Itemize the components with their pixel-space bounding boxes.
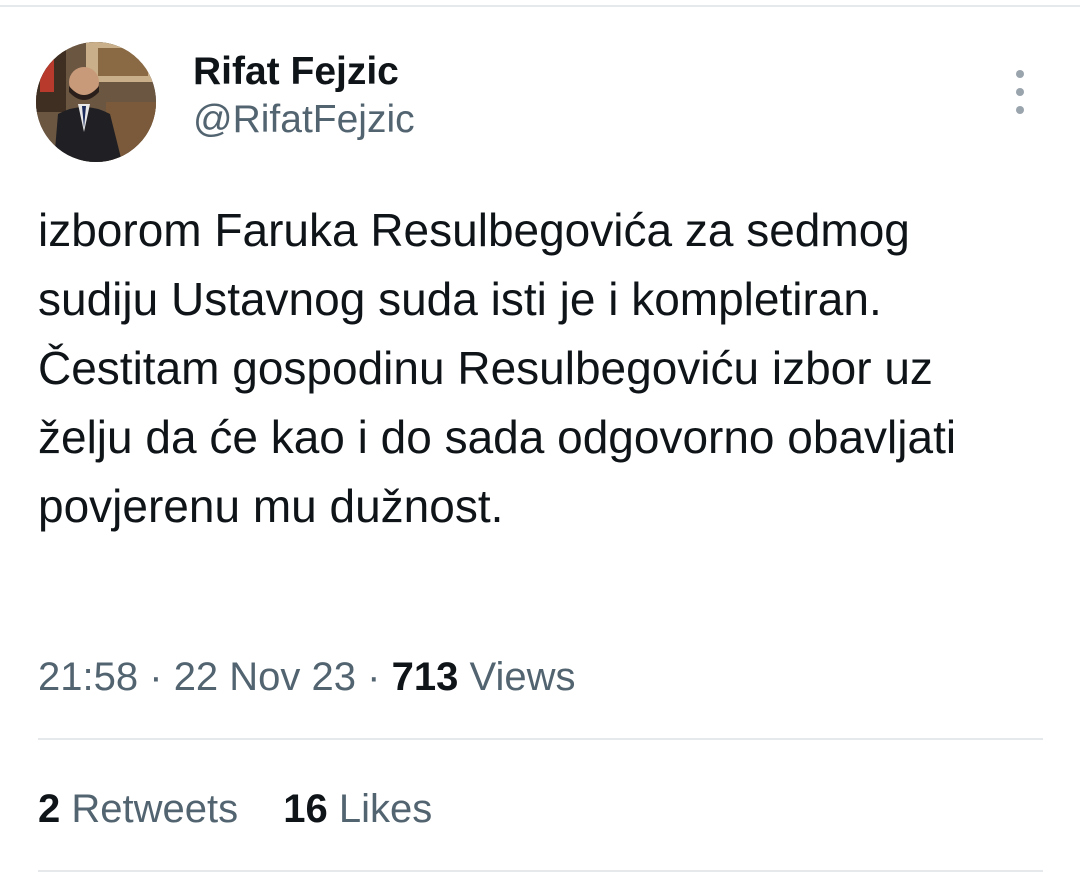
tweet-date[interactable]: 22 Nov 23 [174, 655, 356, 699]
more-vertical-icon [1016, 70, 1024, 78]
likes-label: Likes [338, 787, 433, 831]
likes-link[interactable]: 16 Likes [283, 782, 432, 836]
meta-separator: · [149, 655, 163, 699]
retweets-link[interactable]: 2 Retweets [38, 782, 238, 836]
tweet-time[interactable]: 21:58 [38, 655, 138, 699]
retweets-label: Retweets [71, 787, 239, 831]
more-vertical-icon-dot [1016, 106, 1024, 114]
tweet-text: izborom Faruka Resulbegovića za sedmog s… [38, 204, 957, 532]
divider [38, 738, 1043, 740]
likes-count: 16 [283, 787, 328, 831]
views-count: 713 [391, 655, 459, 699]
author-names: Rifat Fejzic @RifatFejzic [193, 50, 415, 146]
tweet-meta: 21:58 · 22 Nov 23 · 713 Views [38, 650, 575, 704]
top-divider [0, 5, 1080, 7]
meta-separator: · [367, 655, 381, 699]
user-handle[interactable]: @RifatFejzic [193, 94, 415, 146]
profile-photo-icon [36, 42, 156, 162]
tweet-header: Rifat Fejzic @RifatFejzic [36, 42, 1046, 164]
divider [38, 870, 1043, 872]
views-label[interactable]: Views [469, 655, 575, 699]
avatar[interactable] [36, 42, 156, 162]
retweets-count: 2 [38, 787, 61, 831]
more-vertical-icon-dot [1016, 88, 1024, 96]
display-name[interactable]: Rifat Fejzic [193, 50, 415, 94]
more-options-button[interactable] [1008, 70, 1032, 114]
engagement-stats: 2 Retweets 16 Likes [38, 782, 432, 836]
